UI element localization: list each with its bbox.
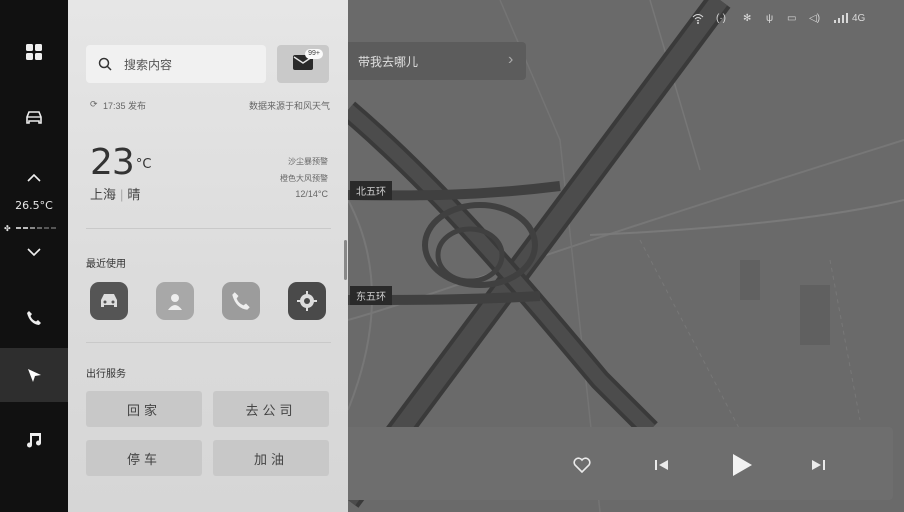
search-input[interactable]: 搜索内容 [86, 45, 266, 83]
road-label-north-5th-ring: 北五环 [350, 181, 392, 200]
refresh-icon[interactable]: ⟳ [90, 99, 98, 110]
bluetooth-icon: ✻ [743, 13, 752, 24]
divider [86, 228, 331, 229]
divider [86, 342, 331, 343]
chevron-down-icon[interactable] [0, 232, 68, 272]
current-temperature: 23 °C [90, 142, 151, 183]
car-icon[interactable] [0, 98, 68, 138]
next-icon[interactable] [804, 451, 832, 479]
recent-apps-title: 最近使用 [86, 259, 126, 270]
destination-prompt: 带我去哪儿 [358, 54, 419, 69]
left-sidebar [0, 0, 68, 512]
destination-search-bar[interactable]: 带我去哪儿 › [348, 42, 526, 80]
chevron-right-icon: › [508, 51, 514, 68]
gas-station-button[interactable]: 加油 [213, 440, 329, 476]
wifi-icon [692, 13, 704, 27]
cellular-signal-icon [834, 13, 848, 26]
city-weather: 上海 | 晴 [90, 187, 141, 202]
temperature-range: 12/14°C [295, 189, 328, 199]
network-type: 4G [852, 13, 866, 24]
weather-warning-sandstorm: 沙尘暴预警 [288, 157, 328, 166]
search-icon [98, 56, 114, 72]
card-panel: 搜索内容 99+ ⟳ 17:35 发布 数据来源于和风天气 23 °C 上海 | 晴 … [68, 0, 348, 512]
heart-icon[interactable] [568, 451, 596, 479]
signal-broadcast-icon: (·) [716, 13, 726, 24]
temperature-unit: °C [135, 157, 152, 172]
city-name: 上海 [90, 187, 117, 202]
contact-app-icon[interactable] [156, 282, 194, 320]
phone-app-icon[interactable] [222, 282, 260, 320]
weather-source: 数据来源于和风天气 [248, 101, 330, 111]
music-icon[interactable] [0, 420, 68, 460]
camera-icon: ▭ [787, 13, 797, 24]
panel-resize-handle[interactable] [344, 240, 347, 280]
go-to-office-button[interactable]: 去公司 [213, 391, 329, 427]
play-icon[interactable] [728, 451, 756, 479]
go-home-button[interactable]: 回家 [86, 391, 202, 427]
settings-app-icon[interactable] [288, 282, 326, 320]
usb-icon: ψ [766, 13, 774, 24]
weather-warning-wind: 橙色大风预警 [280, 174, 328, 183]
phone-icon[interactable] [0, 298, 68, 338]
road-label-east-5th-ring: 东五环 [350, 286, 392, 305]
apps-grid-icon[interactable] [0, 32, 68, 72]
cabin-temperature: 26.5°C [15, 199, 53, 212]
svg-text:✤: ✤ [4, 224, 11, 232]
chevron-up-icon[interactable] [0, 158, 68, 198]
car-app-icon[interactable] [90, 282, 128, 320]
message-count-badge: 99+ [305, 49, 323, 59]
messages-button[interactable]: 99+ [277, 45, 329, 83]
media-control-bar [348, 427, 893, 500]
weather-condition: 晴 [127, 187, 141, 202]
parking-button[interactable]: 停车 [86, 440, 202, 476]
previous-icon[interactable] [648, 451, 676, 479]
fan-speed-indicator[interactable]: ✤ [4, 217, 64, 233]
navigation-icon[interactable] [0, 348, 68, 402]
search-placeholder: 搜索内容 [124, 57, 173, 72]
weather-publish-time: 17:35 发布 [103, 101, 147, 111]
travel-services-title: 出行服务 [86, 369, 126, 380]
temperature-value: 23 [90, 142, 135, 183]
volume-icon: ◁) [809, 13, 821, 24]
